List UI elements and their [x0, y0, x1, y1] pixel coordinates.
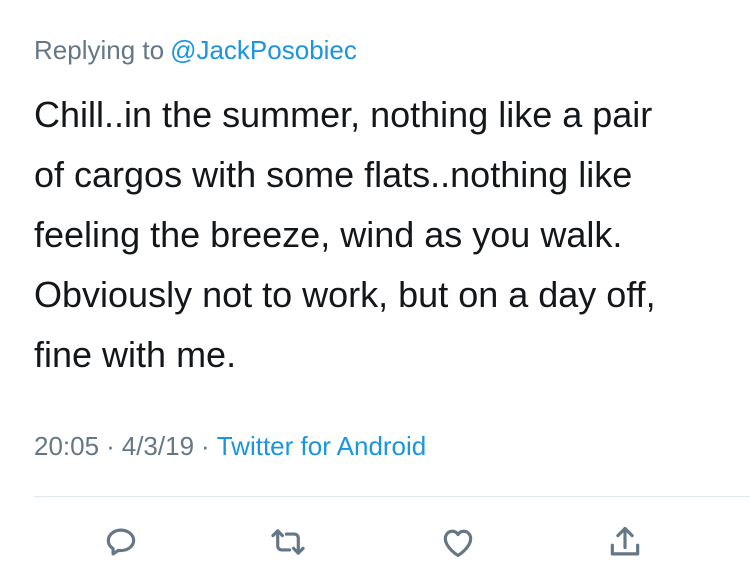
tweet-time: 20:05 — [34, 431, 100, 461]
share-button[interactable] — [603, 520, 647, 564]
tweet-metadata: 20:05 · 4/3/19 · Twitter for Android — [34, 429, 426, 463]
tweet-text-line: Obviously not to work, but on a day off, — [34, 274, 656, 315]
tweet-action-bar — [0, 520, 750, 564]
tweet-text-line: fine with me. — [34, 334, 237, 375]
retweet-icon — [271, 529, 305, 555]
retweet-button[interactable] — [266, 520, 310, 564]
replying-to-line: Replying to @JackPosobiec — [34, 33, 357, 67]
tweet-text: Chill..in the summer, nothing like a pai… — [34, 85, 724, 385]
replying-to-label: Replying to — [34, 35, 165, 65]
tweet-source-link[interactable]: Twitter for Android — [217, 431, 427, 461]
meta-separator: · — [201, 431, 210, 461]
like-button[interactable] — [436, 520, 480, 564]
reply-icon — [106, 528, 136, 556]
tweet-text-line: of cargos with some flats..nothing like — [34, 154, 633, 195]
tweet-date[interactable]: 4/3/19 — [122, 431, 194, 461]
replying-to-handle-link[interactable]: @JackPosobiec — [170, 35, 357, 65]
reply-button[interactable] — [99, 520, 143, 564]
meta-separator: · — [106, 431, 115, 461]
tweet-text-line: Chill..in the summer, nothing like a pai… — [34, 94, 653, 135]
tweet-text-line: feeling the breeze, wind as you walk. — [34, 214, 623, 255]
share-icon — [610, 526, 640, 556]
action-bar-divider — [34, 496, 750, 497]
like-icon — [443, 529, 473, 558]
